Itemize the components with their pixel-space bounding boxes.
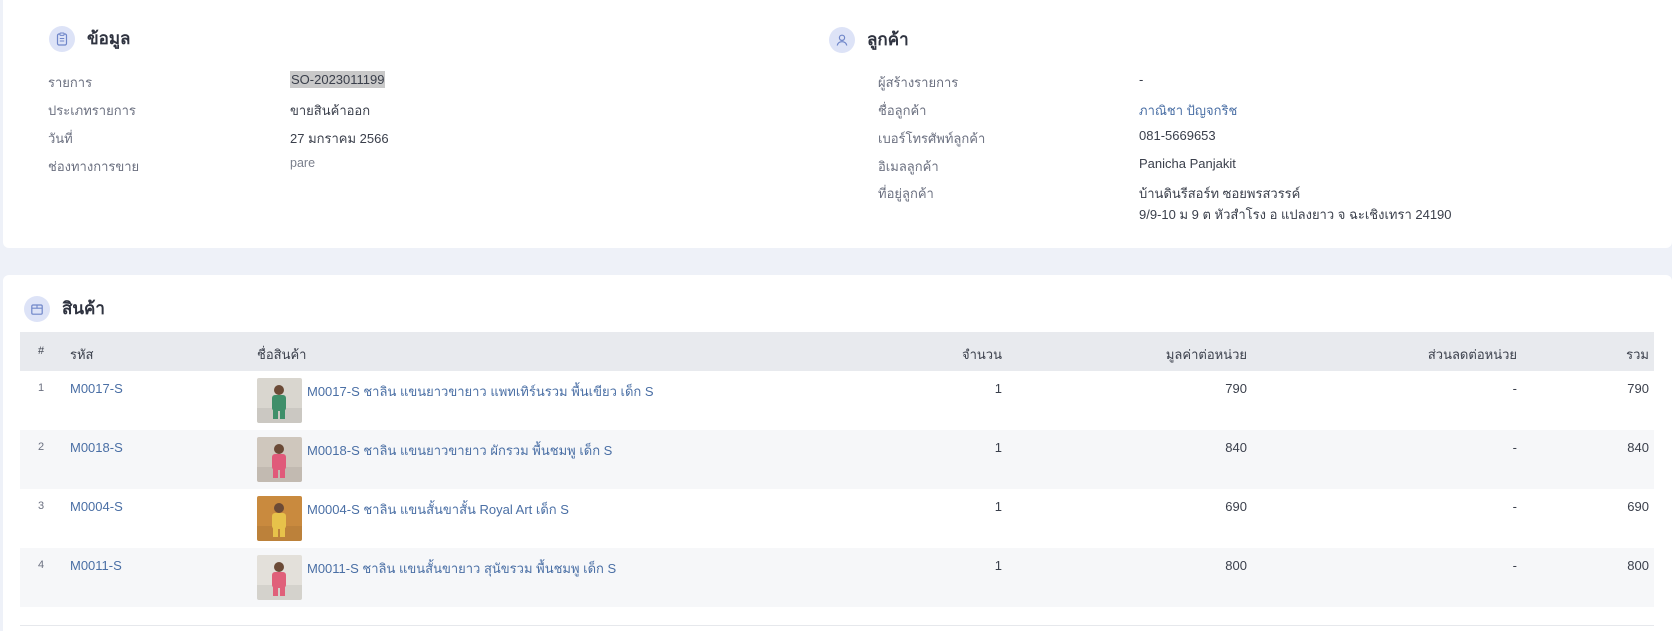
user-icon xyxy=(829,26,855,53)
row-unit-price: 800 xyxy=(1225,558,1247,573)
table-row[interactable]: 1 M0017-S M0017-S ชาลิน แขนยาวขายาว แพทเทิ… xyxy=(20,371,1654,430)
field-label: ช่องทางการขาย xyxy=(48,159,140,174)
customer-address-line1: บ้านดินรีสอร์ท ซอยพรสวรรค์ xyxy=(1139,186,1301,201)
clipboard-icon xyxy=(49,25,75,52)
field-label: ประเภทรายการ xyxy=(48,103,136,118)
table-body: 1 M0017-S M0017-S ชาลิน แขนยาวขายาว แพทเทิ… xyxy=(20,371,1654,607)
col-qty: จำนวน xyxy=(962,347,1002,362)
product-thumbnail[interactable] xyxy=(257,437,302,482)
box-icon xyxy=(24,295,50,322)
products-table: # รหัส ชื่อสินค้า จำนวน มูลค่าต่อหน่วย ส… xyxy=(20,332,1654,626)
table-row[interactable]: 3 M0004-S M0004-S ชาลิน แขนสั้นขาสั้น Roya… xyxy=(20,489,1654,548)
row-total: 690 xyxy=(1627,499,1649,514)
divider xyxy=(20,625,1654,626)
product-thumbnail[interactable] xyxy=(257,378,302,423)
col-total: รวม xyxy=(1626,347,1649,362)
row-qty: 1 xyxy=(994,558,1002,573)
field-label: ชื่อลูกค้า xyxy=(878,103,927,118)
order-number: SO-2023011199 xyxy=(290,71,386,88)
field-label: วันที่ xyxy=(48,131,73,146)
col-name: ชื่อสินค้า xyxy=(257,347,307,362)
products-title: สินค้า xyxy=(62,299,105,318)
product-code-link[interactable]: M0017-S xyxy=(70,381,123,396)
customer-section-header: ลูกค้า xyxy=(829,26,909,53)
row-index: 2 xyxy=(38,441,45,453)
field-label: รายการ xyxy=(48,75,93,90)
product-name-link[interactable]: M0011-S ชาลิน แขนสั้นขายาว สุนัขรวม พื้น… xyxy=(307,558,616,579)
info-card: ข้อมูล รายการ SO-2023011199 ประเภทรายการ… xyxy=(3,0,1672,248)
order-type: ขายสินค้าออก xyxy=(290,103,371,118)
field-label: ผู้สร้างรายการ xyxy=(878,75,959,90)
row-unit-discount: - xyxy=(1512,381,1517,396)
row-index: 3 xyxy=(38,500,45,512)
row-unit-discount: - xyxy=(1512,558,1517,573)
info-section-header: ข้อมูล xyxy=(49,25,130,52)
row-total: 800 xyxy=(1627,558,1649,573)
row-total: 840 xyxy=(1627,440,1649,455)
product-code-link[interactable]: M0011-S xyxy=(70,558,122,573)
table-header: # รหัส ชื่อสินค้า จำนวน มูลค่าต่อหน่วย ส… xyxy=(20,332,1654,371)
product-name-link[interactable]: M0004-S ชาลิน แขนสั้นขาสั้น Royal Art เด… xyxy=(307,499,569,520)
col-index: # xyxy=(38,345,45,357)
product-thumbnail[interactable] xyxy=(257,555,302,600)
product-code-link[interactable]: M0018-S xyxy=(70,440,123,455)
row-total: 790 xyxy=(1627,381,1649,396)
row-qty: 1 xyxy=(994,499,1002,514)
customer-name-link[interactable]: ภาณิชา ปัญจกริช xyxy=(1139,100,1237,121)
row-qty: 1 xyxy=(994,440,1002,455)
row-index: 4 xyxy=(38,559,45,571)
field-label: เบอร์โทรศัพท์ลูกค้า xyxy=(878,131,986,146)
customer-phone: 081-5669653 xyxy=(1139,128,1216,143)
row-unit-price: 840 xyxy=(1225,440,1247,455)
product-thumbnail[interactable] xyxy=(257,496,302,541)
customer-title: ลูกค้า xyxy=(867,30,909,49)
col-code: รหัส xyxy=(70,347,94,362)
customer-email: Panicha Panjakit xyxy=(1139,156,1236,171)
product-name-link[interactable]: M0018-S ชาลิน แขนยาวขายาว ผักรวม พื้นชมพ… xyxy=(307,440,612,461)
row-qty: 1 xyxy=(994,381,1002,396)
creator-value: - xyxy=(1139,72,1144,87)
order-date: 27 มกราคม 2566 xyxy=(290,131,389,146)
products-card: สินค้า # รหัส ชื่อสินค้า จำนวน มูลค่าต่อ… xyxy=(3,275,1672,631)
product-code-link[interactable]: M0004-S xyxy=(70,499,123,514)
field-label: ที่อยู่ลูกค้า xyxy=(878,186,934,201)
row-index: 1 xyxy=(38,382,45,394)
table-row[interactable]: 2 M0018-S M0018-S ชาลิน แขนยาวขายาว ผักรวม… xyxy=(20,430,1654,489)
products-section-header: สินค้า xyxy=(24,295,105,322)
col-unit-discount: ส่วนลดต่อหน่วย xyxy=(1427,347,1517,362)
table-row[interactable]: 4 M0011-S M0011-S ชาลิน แขนสั้นขายาว สุนัข… xyxy=(20,548,1654,607)
info-title: ข้อมูล xyxy=(87,29,131,48)
product-name-link[interactable]: M0017-S ชาลิน แขนยาวขายาว แพทเทิร์นรวม พ… xyxy=(307,381,654,402)
sales-channel: pare xyxy=(290,156,316,170)
row-unit-discount: - xyxy=(1512,499,1517,514)
row-unit-discount: - xyxy=(1512,440,1517,455)
col-unit-price: มูลค่าต่อหน่วย xyxy=(1165,347,1247,362)
customer-address-line2: 9/9-10 ม 9 ต หัวสำโรง อ แปลงยาว จ ฉะเชิง… xyxy=(1139,207,1452,222)
row-unit-price: 790 xyxy=(1225,381,1247,396)
field-label: อิเมลลูกค้า xyxy=(878,159,939,174)
row-unit-price: 690 xyxy=(1225,499,1247,514)
